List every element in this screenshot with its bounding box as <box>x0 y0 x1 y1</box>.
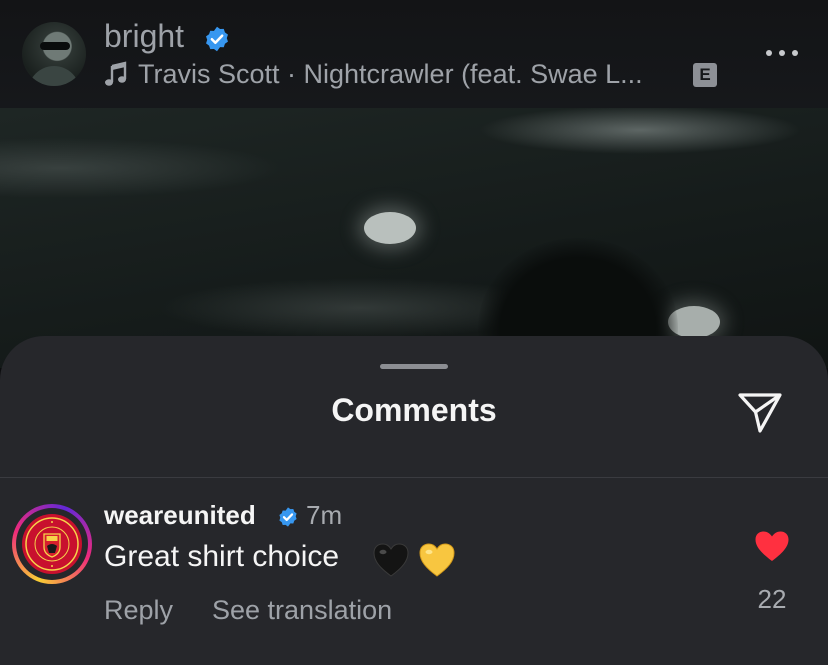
club-crest-logo <box>22 514 82 574</box>
stadium-light <box>364 212 416 244</box>
story-photo <box>0 108 828 368</box>
comment-timestamp: 7m <box>306 500 343 530</box>
verified-badge-icon <box>279 507 297 527</box>
heart-icon[interactable] <box>754 530 790 562</box>
story-author-avatar[interactable] <box>22 22 86 86</box>
story-header: bright Travis Scott · Nightcrawler (feat… <box>0 0 828 108</box>
comment-item: weareunited 7m Great shirt choice Reply … <box>0 478 828 665</box>
music-track-title[interactable]: Travis Scott · Nightcrawler (feat. Swae … <box>138 59 643 90</box>
music-note-icon <box>105 61 127 86</box>
sheet-drag-handle[interactable] <box>380 364 448 369</box>
commenter-username[interactable]: weareunited <box>104 500 256 531</box>
like-count: 22 <box>757 584 787 614</box>
verified-badge-icon <box>206 26 228 52</box>
avatar-glasses <box>40 42 70 50</box>
send-icon[interactable] <box>736 390 784 436</box>
yellow-heart-icon <box>419 543 455 577</box>
more-horizontal-icon[interactable] <box>764 48 800 58</box>
sheet-title: Comments <box>331 392 497 428</box>
crest-shield-icon <box>25 517 79 571</box>
commenter-avatar[interactable] <box>12 504 92 584</box>
reply-button[interactable]: Reply <box>104 595 173 626</box>
comment-text: Great shirt choice <box>104 540 340 573</box>
story-author-username[interactable]: bright <box>104 18 184 55</box>
black-heart-icon <box>373 543 409 577</box>
explicit-badge: E <box>693 63 717 87</box>
see-translation-button[interactable]: See translation <box>212 595 392 626</box>
comments-sheet: Comments weareunited 7m Great shirt choi… <box>0 336 828 665</box>
avatar-ring-gap <box>16 508 88 580</box>
avatar-shoulders <box>28 66 80 86</box>
